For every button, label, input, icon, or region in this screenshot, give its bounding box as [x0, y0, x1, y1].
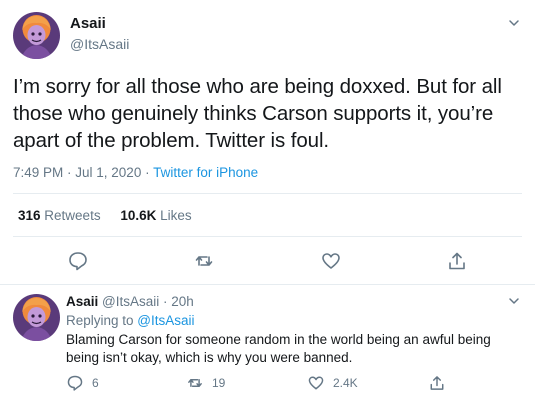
retweets-label: Retweets	[44, 208, 101, 223]
display-name[interactable]: Asaii	[70, 15, 106, 32]
divider	[13, 236, 522, 237]
reply-tweet[interactable]: Asaii @ItsAsaii · 20h Replying to @ItsAs…	[0, 286, 535, 401]
retweet-action[interactable]: 19	[186, 374, 225, 392]
reply-handle-time[interactable]: @ItsAsaii · 20h	[102, 294, 194, 309]
retweets-stat[interactable]: 316 Retweets	[18, 208, 101, 223]
tweet-timestamp: 7:49 PM · Jul 1, 2020 · Twitter for iPho…	[13, 165, 258, 180]
display-name[interactable]: Asaii	[66, 294, 98, 309]
avatar[interactable]	[13, 12, 60, 59]
reply-action[interactable]: 6	[66, 374, 99, 392]
tweet-text: I’m sorry for all those who are being do…	[13, 75, 502, 152]
chevron-down-icon[interactable]	[507, 16, 521, 30]
chevron-down-icon[interactable]	[507, 294, 521, 308]
tweet-time[interactable]: 7:49 PM · Jul 1, 2020 ·	[13, 165, 153, 180]
reply-icon[interactable]	[67, 250, 89, 272]
tweet-source-link[interactable]: Twitter for iPhone	[153, 165, 258, 180]
likes-count: 10.6K	[120, 208, 157, 223]
like-count: 2.4K	[333, 376, 358, 390]
reply-text: Blaming Carson for someone random in the…	[66, 332, 491, 365]
replying-prefix: Replying to	[66, 313, 138, 328]
divider	[13, 193, 522, 194]
retweet-count: 19	[212, 376, 226, 390]
reply-header: Asaii @ItsAsaii · 20h	[66, 294, 194, 309]
retweets-count: 316	[18, 208, 41, 223]
heart-icon[interactable]	[320, 250, 342, 272]
avatar[interactable]	[13, 294, 60, 341]
user-handle[interactable]: @ItsAsaii	[70, 36, 129, 52]
tweet-stats: 316 Retweets 10.6K Likes	[18, 208, 208, 223]
replying-to: Replying to @ItsAsaii	[66, 313, 195, 328]
like-action[interactable]: 2.4K	[307, 374, 358, 392]
reply-count: 6	[92, 376, 99, 390]
share-icon[interactable]	[446, 250, 468, 272]
likes-stat[interactable]: 10.6K Likes	[120, 208, 191, 223]
retweet-icon[interactable]	[193, 250, 215, 272]
main-tweet: Asaii @ItsAsaii I’m sorry for all those …	[0, 0, 535, 285]
likes-label: Likes	[160, 208, 192, 223]
mention-link[interactable]: @ItsAsaii	[137, 313, 194, 328]
share-action[interactable]	[428, 374, 454, 392]
